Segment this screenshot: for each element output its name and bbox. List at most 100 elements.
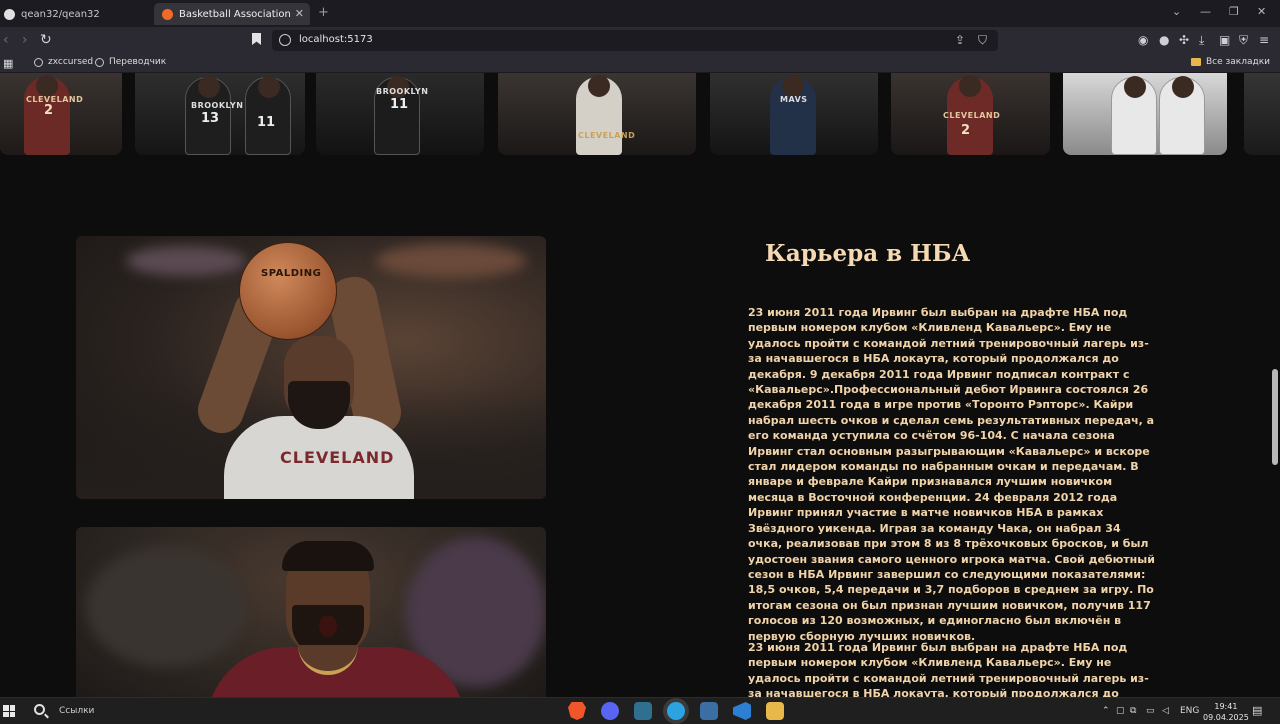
telegram-icon[interactable] [667, 702, 685, 720]
tab-title: qean32/qean32 [21, 8, 100, 20]
vscode-icon[interactable] [733, 702, 751, 720]
media-app-icon[interactable] [634, 702, 652, 720]
jersey-team: CLEVELAND [943, 111, 1001, 120]
apps-grid-icon[interactable]: ▦ [3, 57, 13, 70]
tab-strip: qean32/qean32 Basketball Association ✕ +… [0, 0, 1280, 27]
clock-date: 09.04.2025 [1203, 713, 1249, 722]
scrollbar[interactable] [1270, 73, 1278, 697]
bookmark-icon[interactable] [252, 33, 261, 45]
gallery-photo[interactable]: BROOKLYN 13 11 [135, 73, 305, 155]
file-explorer-icon[interactable] [766, 702, 784, 720]
tab-basketball-association[interactable]: Basketball Association ✕ [154, 3, 310, 25]
photo-gallery: CLEVELAND 2 BROOKLYN 13 11 BROOKLYN 11 C… [0, 73, 1280, 155]
windows-start-icon[interactable] [3, 705, 15, 717]
basketball [239, 242, 337, 340]
tab-list-chevron-icon[interactable]: ⌄ [1172, 5, 1181, 18]
jersey-number: 11 [390, 97, 409, 112]
bookmark-label: Переводчик [109, 57, 167, 67]
back-icon[interactable]: ‹ [3, 31, 9, 49]
gallery-photo[interactable]: CLEVELAND 2 [891, 73, 1050, 155]
gallery-photo[interactable]: MAVS [710, 73, 878, 155]
maximize-icon[interactable]: ❐ [1229, 5, 1239, 18]
shield-icon[interactable]: ⛨ [1239, 33, 1248, 47]
notifications-icon[interactable]: ▤ [1252, 704, 1262, 717]
close-tab-icon[interactable]: ✕ [295, 7, 304, 20]
career-photo-celebrating [76, 527, 546, 697]
extension-icon[interactable]: ◉ [1138, 33, 1148, 47]
site-info-icon[interactable] [279, 34, 291, 46]
system-clock[interactable]: 19:41 09.04.2025 [1203, 701, 1249, 723]
gallery-photo[interactable]: BROOKLYN 11 [316, 73, 484, 155]
site-favicon-icon [162, 8, 173, 20]
bookmark-translator[interactable]: Переводчик [95, 57, 166, 67]
bookmark-zxccursed[interactable]: zxccursed [34, 57, 93, 67]
folder-icon [1190, 58, 1201, 66]
language-indicator[interactable]: ENG [1180, 706, 1199, 716]
player-hair [282, 541, 374, 571]
crowd-blur [86, 547, 246, 667]
gallery-photo[interactable]: CLEVELAND 2 [0, 73, 122, 155]
jersey-team: CLEVELAND [26, 95, 84, 104]
menu-icon[interactable]: ≡ [1259, 33, 1269, 47]
jersey-number: 2 [961, 123, 971, 138]
volume-icon[interactable]: ◁ [1162, 706, 1169, 716]
jersey-number: 13 [201, 111, 220, 126]
bookmark-label: zxccursed [48, 57, 94, 67]
brave-shield-icon[interactable]: ⛉ [978, 33, 987, 48]
window-close-icon[interactable]: ✕ [1257, 5, 1266, 18]
all-bookmarks-button[interactable]: Все закладки [1190, 57, 1270, 67]
discord-icon[interactable] [601, 702, 619, 720]
taskbar-search-label[interactable]: Ссылки [59, 706, 94, 716]
jersey-team: CLEVELAND [578, 131, 636, 140]
extensions-puzzle-icon[interactable]: ✣ [1179, 33, 1189, 47]
all-bookmarks-label: Все закладки [1205, 57, 1270, 67]
jersey-team: BROOKLYN [376, 87, 429, 96]
jersey-team: MAVS [780, 95, 808, 104]
player-figure [770, 75, 816, 155]
wallet-icon[interactable]: ▣ [1219, 33, 1230, 47]
jersey-team: BROOKLYN [191, 101, 244, 110]
section-title: Карьера в НБА [765, 240, 971, 267]
taskbar: Ссылки ⌃ ▢ ⧉ ▭ ◁ ENG 19:41 09.04.2025 ▤ [0, 697, 1280, 724]
network-icon[interactable]: ▭ [1146, 706, 1155, 716]
tab-title: Basketball Association [179, 8, 291, 20]
vpn-icon[interactable]: ● [1159, 33, 1169, 47]
browser-toolbar: ‹ › ↻ localhost:5173 ⇪ ⛉ ◉ ● ✣ ⤓ ▣ ⛨ ≡ [0, 27, 1280, 54]
jersey-number: 11 [257, 115, 276, 130]
player-figure [1111, 76, 1157, 155]
arena-light [376, 244, 526, 278]
gallery-photo[interactable]: CLEVELAND [498, 73, 696, 155]
forward-icon[interactable]: › [22, 31, 28, 49]
arena-light [126, 246, 246, 276]
minimize-icon[interactable]: — [1200, 5, 1211, 18]
github-icon [4, 8, 15, 20]
scrollbar-thumb[interactable] [1272, 369, 1278, 465]
page-viewport: CLEVELAND 2 BROOKLYN 13 11 BROOKLYN 11 C… [0, 73, 1280, 697]
address-bar[interactable]: localhost:5173 ⇪ ⛉ [272, 30, 998, 51]
globe-icon [95, 57, 104, 67]
brave-browser-icon[interactable] [568, 702, 586, 720]
url-text[interactable]: localhost:5173 [299, 34, 373, 45]
share-icon[interactable]: ⇪ [955, 33, 965, 47]
search-icon[interactable] [34, 704, 45, 715]
career-paragraph: 23 июня 2011 года Ирвинг был выбран на д… [748, 641, 1149, 697]
display-icon[interactable]: ⧉ [1130, 706, 1136, 716]
tray-app-icon[interactable]: ▢ [1116, 706, 1125, 716]
tab-github[interactable]: qean32/qean32 [0, 3, 150, 25]
reload-icon[interactable]: ↻ [40, 31, 52, 49]
bookmarks-bar: ▦ zxccursed Переводчик Все закладки [0, 54, 1280, 73]
tray-overflow-chevron-icon[interactable]: ⌃ [1102, 706, 1110, 716]
career-paragraph: 23 июня 2011 года Ирвинг был выбран на д… [748, 306, 1155, 643]
clock-time: 19:41 [1214, 702, 1238, 711]
career-photo-shooting: CLEVELAND SPALDING [76, 236, 546, 499]
postgres-icon[interactable] [700, 702, 718, 720]
player-figure [576, 75, 622, 155]
player-figure [1159, 76, 1205, 155]
download-icon[interactable]: ⤓ [1199, 33, 1204, 47]
globe-icon [34, 57, 43, 67]
new-tab-button[interactable]: + [318, 5, 329, 20]
gallery-photo[interactable] [1063, 73, 1227, 155]
player-mouth [319, 615, 337, 637]
ball-brand: SPALDING [261, 268, 322, 279]
jersey-number: 2 [44, 103, 54, 118]
